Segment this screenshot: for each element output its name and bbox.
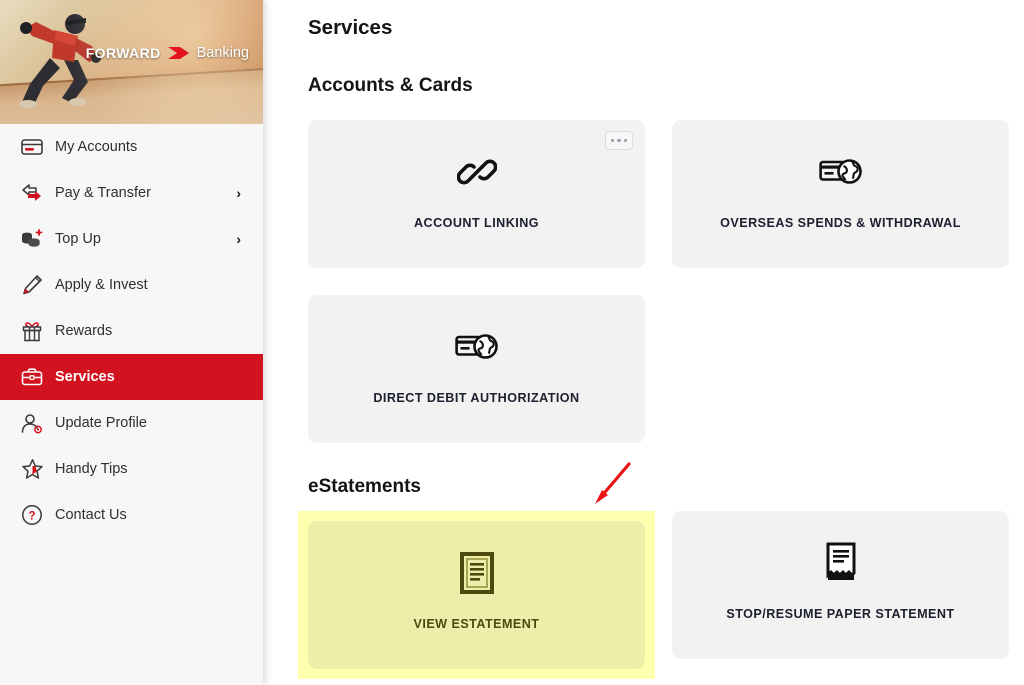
chevron-right-icon: › (236, 185, 241, 201)
sidebar-item-label: Contact Us (55, 507, 127, 523)
sidebar-item-pay-transfer[interactable]: Pay & Transfer › (0, 170, 263, 216)
hero-glow (0, 0, 263, 124)
coins-plus-icon (18, 226, 46, 252)
sidebar-item-contact-us[interactable]: ? Contact Us (0, 492, 263, 538)
sidebar: FORWARD Banking My Accounts Pay & Transf… (0, 0, 263, 685)
sidebar-item-handy-tips[interactable]: Handy Tips (0, 446, 263, 492)
pen-icon (18, 272, 46, 298)
sidebar-item-my-accounts[interactable]: My Accounts (0, 124, 263, 170)
sidebar-item-label: Rewards (55, 323, 113, 339)
main-content: Services Accounts & Cards ACCOUNT LINKIN… (263, 0, 1024, 685)
brand-logo-secondary: Banking (196, 45, 249, 61)
dot (617, 138, 621, 143)
accounts-cards-grid: ACCOUNT LINKING OVERSEAS SPENDS & WITHDR… (308, 120, 1010, 443)
card-globe-icon (454, 327, 499, 367)
sidebar-item-label: Services (55, 369, 115, 385)
sidebar-item-services[interactable]: Services (0, 354, 263, 400)
question-circle-icon: ? (18, 502, 46, 528)
brand-logo-primary: FORWARD (85, 45, 161, 61)
sidebar-item-label: Update Profile (55, 415, 147, 431)
section-title-estatements: eStatements (308, 476, 421, 497)
service-card-label: ACCOUNT LINKING (414, 216, 539, 230)
highlight-overlay: VIEW ESTATEMENT (298, 511, 655, 679)
sidebar-item-update-profile[interactable]: Update Profile (0, 400, 263, 446)
transfer-arrow-icon (18, 180, 46, 206)
chevron-right-icon: › (236, 231, 241, 247)
sidebar-item-rewards[interactable]: Rewards (0, 308, 263, 354)
service-card-stop-resume-paper-statement[interactable]: STOP/RESUME PAPER STATEMENT (672, 511, 1009, 659)
sidebar-item-label: Top Up (55, 231, 101, 247)
forward-chevron-mark-icon (167, 47, 189, 59)
service-card-overseas-spends-withdrawal[interactable]: OVERSEAS SPENDS & WITHDRAWAL (672, 120, 1009, 268)
sidebar-item-label: Pay & Transfer (55, 185, 151, 201)
svg-text:?: ? (28, 511, 35, 523)
gift-icon (18, 318, 46, 344)
service-card-direct-debit-authorization[interactable]: DIRECT DEBIT AUTHORIZATION (308, 295, 645, 443)
sidebar-item-label: Apply & Invest (55, 277, 148, 293)
service-card-account-linking[interactable]: ACCOUNT LINKING (308, 120, 645, 268)
service-card-view-estatement[interactable]: VIEW ESTATEMENT (308, 521, 645, 669)
brand-logo: FORWARD Banking (86, 45, 249, 61)
service-card-label: OVERSEAS SPENDS & WITHDRAWAL (720, 216, 961, 230)
card-overflow-menu-button[interactable] (605, 131, 633, 150)
document-lines-icon (459, 552, 494, 594)
briefcase-icon (18, 364, 46, 390)
estatements-cards-grid: VIEW ESTATEMENT STOP/RESUME PAPER STATEM… (298, 511, 1024, 679)
receipt-torn-icon (825, 542, 857, 583)
service-card-label: DIRECT DEBIT AUTHORIZATION (373, 391, 580, 405)
service-card-label: STOP/RESUME PAPER STATEMENT (726, 607, 955, 621)
chain-link-icon (456, 152, 497, 192)
services-page: FORWARD Banking My Accounts Pay & Transf… (0, 0, 1024, 685)
dot (610, 138, 615, 143)
sidebar-nav: My Accounts Pay & Transfer › Top Up › Ap… (0, 124, 263, 538)
star-icon (18, 456, 46, 482)
sidebar-item-label: Handy Tips (55, 461, 128, 477)
sidebar-item-apply-invest[interactable]: Apply & Invest (0, 262, 263, 308)
card-globe-icon (818, 152, 863, 192)
hero-banner: FORWARD Banking (0, 0, 263, 124)
user-edit-icon (18, 410, 46, 436)
page-title: Services (308, 16, 393, 39)
credit-card-icon (18, 134, 46, 160)
dot (623, 138, 628, 143)
sidebar-item-top-up[interactable]: Top Up › (0, 216, 263, 262)
section-title-accounts-cards: Accounts & Cards (308, 75, 473, 96)
service-card-label: VIEW ESTATEMENT (413, 617, 540, 631)
sidebar-item-label: My Accounts (55, 139, 138, 155)
